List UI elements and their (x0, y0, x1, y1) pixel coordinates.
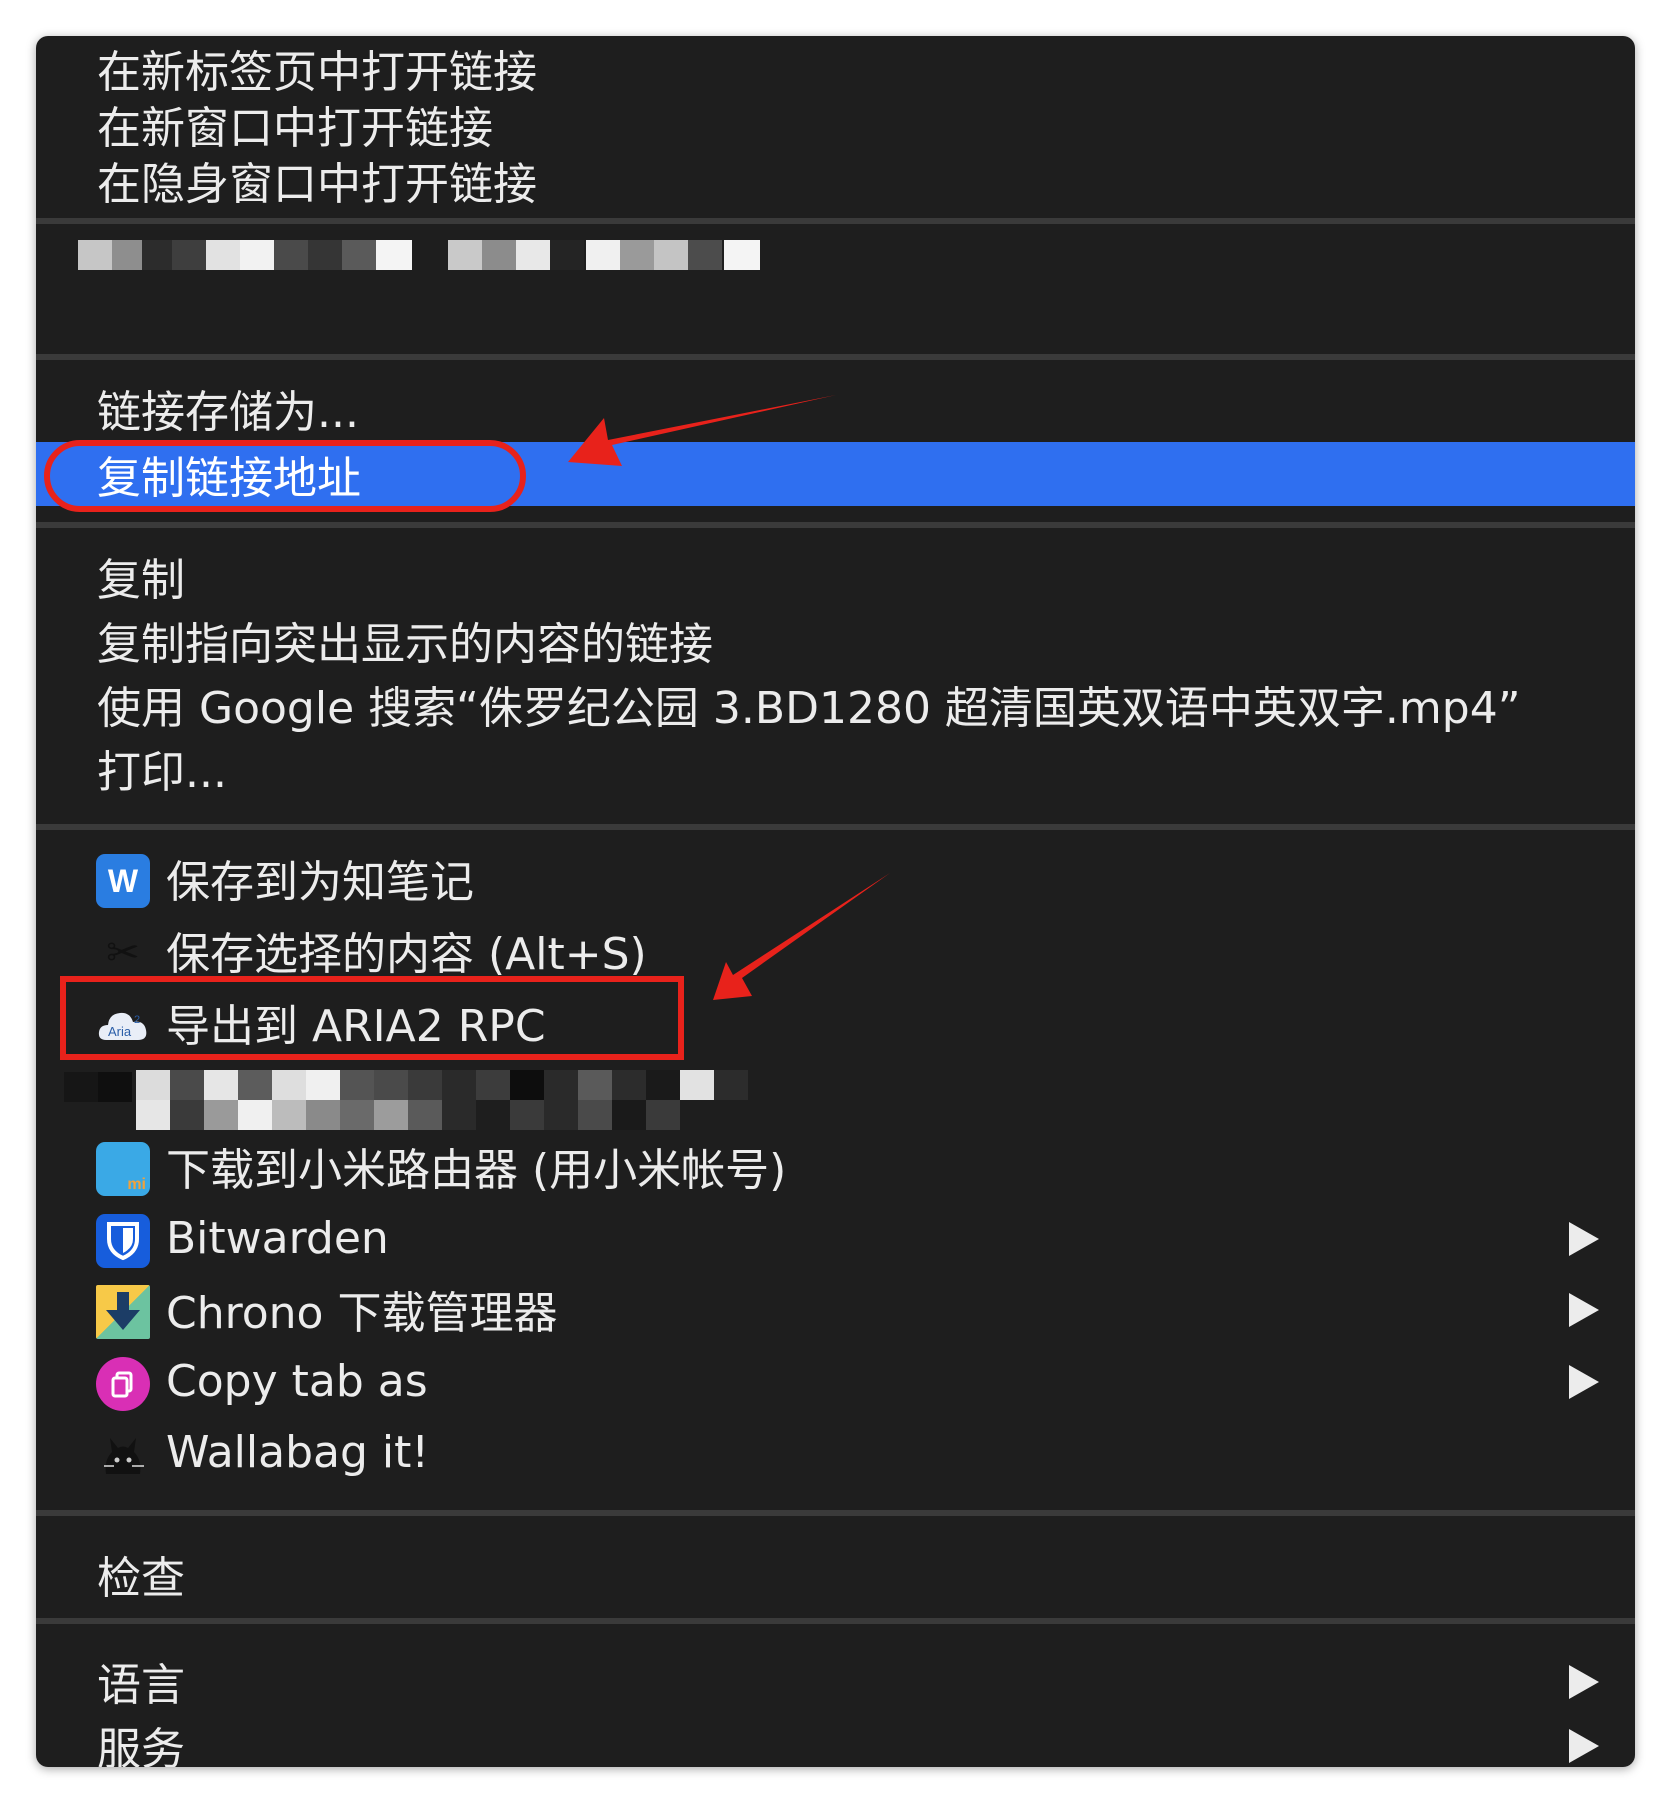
menu-item-open-new-window[interactable]: 在新窗口中打开链接 (36, 92, 1635, 156)
menu-item-copy[interactable]: 复制 (36, 544, 1635, 608)
menu-separator (36, 1618, 1635, 1624)
copy-tab-icon (96, 1357, 150, 1411)
context-menu: 在新标签页中打开链接 在新窗口中打开链接 在隐身窗口中打开链接 链接存储为...… (36, 36, 1635, 1767)
scissors-icon: ✂ (106, 930, 140, 976)
wiz-note-icon: W (96, 854, 150, 908)
submenu-arrow-icon (1569, 1729, 1599, 1763)
menu-item-chrono[interactable]: Chrono 下载管理器 (36, 1277, 1635, 1341)
menu-item-save-selection[interactable]: ✂ 保存选择的内容 (Alt+S) (36, 918, 1635, 982)
menu-item-services[interactable]: 服务 (36, 1713, 1635, 1767)
chrono-download-icon (96, 1285, 150, 1339)
annotation-rectangle (60, 976, 684, 1060)
submenu-arrow-icon (1569, 1293, 1599, 1327)
menu-item-language[interactable]: 语言 (36, 1649, 1635, 1713)
wallabag-cat-icon (96, 1428, 150, 1482)
menu-item-search-google[interactable]: 使用 Google 搜索“侏罗纪公园 3.BD1280 超清国英双语中英双字.m… (36, 672, 1635, 736)
menu-item-print[interactable]: 打印... (36, 736, 1635, 800)
menu-item-bitwarden[interactable]: Bitwarden (36, 1206, 1635, 1270)
submenu-arrow-icon (1569, 1665, 1599, 1699)
menu-item-save-link-as[interactable]: 链接存储为... (36, 376, 1635, 440)
menu-item-inspect[interactable]: 检查 (36, 1542, 1635, 1606)
xiaomi-router-icon: mi (96, 1142, 150, 1196)
bitwarden-shield-icon (96, 1214, 150, 1268)
menu-separator (36, 354, 1635, 360)
redacted-extension-item[interactable] (36, 1066, 1635, 1130)
submenu-arrow-icon (1569, 1365, 1599, 1399)
menu-item-copy-link-to-highlight[interactable]: 复制指向突出显示的内容的链接 (36, 608, 1635, 672)
submenu-arrow-icon (1569, 1222, 1599, 1256)
annotation-ellipse (44, 440, 526, 512)
menu-separator (36, 218, 1635, 224)
redacted-menu-item[interactable] (36, 228, 1635, 308)
menu-item-wallabag[interactable]: Wallabag it! (36, 1420, 1635, 1484)
menu-separator (36, 1510, 1635, 1516)
menu-separator (36, 522, 1635, 528)
menu-item-save-to-wiz[interactable]: W 保存到为知笔记 (36, 846, 1635, 910)
menu-item-open-new-tab[interactable]: 在新标签页中打开链接 (36, 36, 1635, 100)
menu-item-open-incognito[interactable]: 在隐身窗口中打开链接 (36, 148, 1635, 212)
menu-item-copy-tab-as[interactable]: Copy tab as (36, 1349, 1635, 1413)
menu-item-download-xiaomi-router[interactable]: mi 下载到小米路由器 (用小米帐号) (36, 1134, 1635, 1198)
menu-separator (36, 824, 1635, 830)
